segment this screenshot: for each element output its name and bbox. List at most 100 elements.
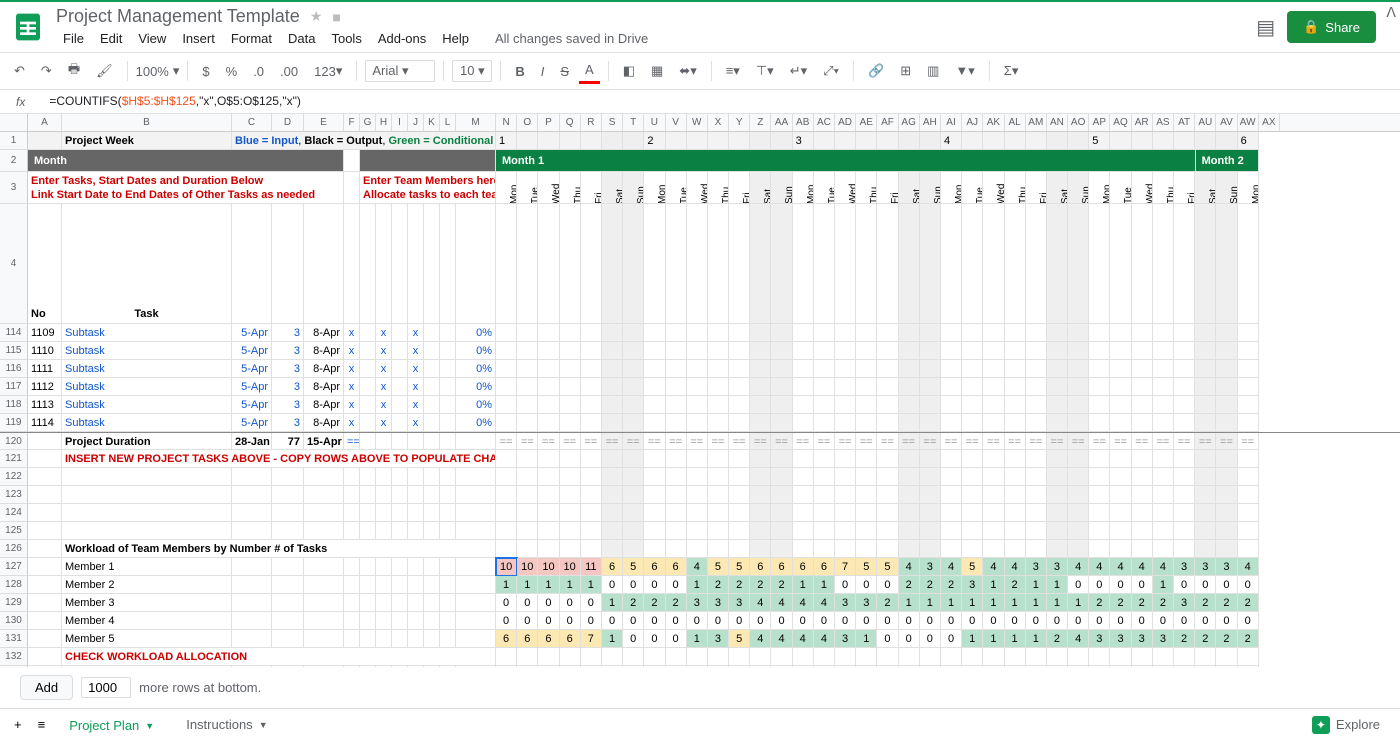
cell[interactable]: == (644, 433, 665, 450)
cell[interactable] (814, 396, 835, 414)
cell[interactable] (899, 540, 920, 558)
cell[interactable] (1110, 522, 1131, 540)
cell[interactable] (814, 414, 835, 432)
cell[interactable]: 31-Jan-19 (560, 204, 581, 324)
cell[interactable]: 1-Mar-19 (1174, 204, 1195, 324)
cell[interactable] (424, 630, 440, 648)
cell[interactable] (408, 576, 424, 594)
cell[interactable] (581, 540, 602, 558)
cell[interactable]: 77 (272, 433, 304, 450)
cell[interactable] (962, 540, 983, 558)
cell[interactable] (983, 414, 1004, 432)
col-header[interactable]: AH (920, 114, 941, 131)
cell[interactable] (877, 450, 898, 468)
cell[interactable] (232, 576, 272, 594)
col-header[interactable]: P (538, 114, 559, 131)
cell[interactable] (920, 468, 941, 486)
cell[interactable] (1216, 504, 1237, 522)
col-header[interactable]: W (687, 114, 708, 131)
cell[interactable] (877, 342, 898, 360)
cell[interactable]: 0 (496, 612, 517, 630)
cell[interactable]: == (793, 433, 814, 450)
cell[interactable]: Member 5 (440, 204, 456, 324)
cell[interactable]: 0 (814, 612, 835, 630)
cell[interactable] (962, 450, 983, 468)
cell[interactable] (1174, 648, 1195, 666)
col-header[interactable]: Q (560, 114, 581, 131)
cell[interactable]: 3 (1174, 594, 1195, 612)
cell[interactable] (1089, 342, 1110, 360)
cell[interactable]: == (920, 433, 941, 450)
dec-increase-icon[interactable]: .00 (274, 60, 304, 83)
cell[interactable] (440, 630, 456, 648)
cell[interactable]: 5 (856, 558, 877, 576)
cell[interactable] (708, 324, 729, 342)
cell[interactable]: 10 (560, 558, 581, 576)
cell[interactable] (1047, 360, 1068, 378)
row-header[interactable]: 119 (0, 414, 28, 432)
cell[interactable]: == (708, 433, 729, 450)
cell[interactable] (602, 360, 623, 378)
cell[interactable]: 1 (1005, 630, 1026, 648)
cell[interactable] (602, 468, 623, 486)
cell[interactable]: 0 (1132, 612, 1153, 630)
cell[interactable]: == (962, 433, 983, 450)
cell[interactable]: Wed (983, 172, 1004, 204)
cell[interactable] (920, 378, 941, 396)
cell[interactable]: 18-Feb-19 (941, 204, 962, 324)
cell[interactable]: Wed (687, 172, 708, 204)
cell[interactable] (1026, 342, 1047, 360)
col-header[interactable]: B (62, 114, 232, 131)
cell[interactable]: 0 (1089, 576, 1110, 594)
cell[interactable] (232, 558, 272, 576)
cell[interactable] (835, 132, 856, 150)
cell[interactable] (1110, 324, 1131, 342)
col-header[interactable]: AS (1153, 114, 1174, 131)
menu-insert[interactable]: Insert (175, 29, 222, 48)
cell[interactable]: 1 (899, 594, 920, 612)
cell[interactable]: 0 (1132, 576, 1153, 594)
cell[interactable] (1047, 414, 1068, 432)
cell[interactable]: Project Duration (62, 433, 232, 450)
cell[interactable] (272, 522, 304, 540)
cell[interactable] (456, 576, 496, 594)
cell[interactable]: 4 (1089, 558, 1110, 576)
col-header[interactable]: AT (1174, 114, 1195, 131)
cell[interactable] (899, 396, 920, 414)
cell[interactable] (538, 450, 559, 468)
cell[interactable] (1089, 648, 1110, 666)
cell[interactable] (344, 630, 360, 648)
cell[interactable] (496, 342, 517, 360)
cell[interactable] (1216, 396, 1237, 414)
cell[interactable] (750, 132, 771, 150)
cell[interactable] (1195, 396, 1216, 414)
cell[interactable] (899, 486, 920, 504)
cell[interactable] (376, 486, 392, 504)
cell[interactable]: 0 (1110, 576, 1131, 594)
cell[interactable] (538, 468, 559, 486)
cell[interactable] (941, 450, 962, 468)
cell[interactable] (1089, 360, 1110, 378)
cell[interactable] (1153, 342, 1174, 360)
cell[interactable]: 3 (1195, 558, 1216, 576)
cell[interactable]: 3 (835, 630, 856, 648)
cell[interactable]: Enter Subtask = x Task = '== (344, 204, 360, 324)
cell[interactable] (877, 360, 898, 378)
cell[interactable] (360, 630, 376, 648)
cell[interactable] (1089, 522, 1110, 540)
cell[interactable] (456, 433, 496, 450)
cell[interactable]: 0 (517, 594, 538, 612)
cell[interactable]: Fri (581, 172, 602, 204)
cell[interactable] (708, 396, 729, 414)
cell[interactable]: == (750, 433, 771, 450)
cell[interactable] (708, 522, 729, 540)
cell[interactable] (272, 612, 304, 630)
cell[interactable]: Mon (793, 172, 814, 204)
cell[interactable] (983, 378, 1004, 396)
cell[interactable]: 0 (666, 576, 687, 594)
cell[interactable] (899, 468, 920, 486)
cell[interactable] (602, 132, 623, 150)
cell[interactable]: 2 (1153, 594, 1174, 612)
cell[interactable] (1216, 324, 1237, 342)
cell[interactable] (877, 540, 898, 558)
